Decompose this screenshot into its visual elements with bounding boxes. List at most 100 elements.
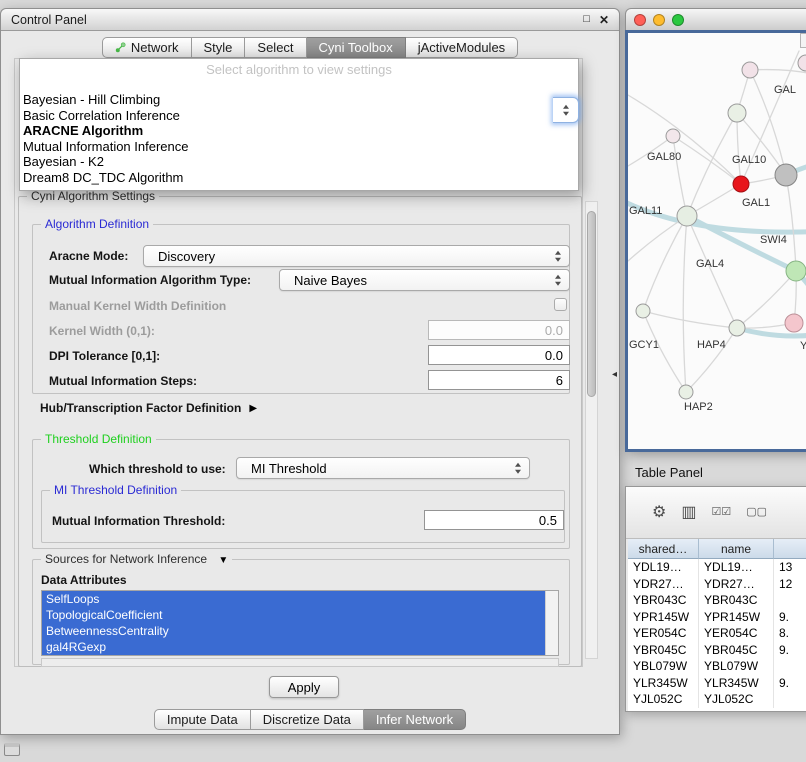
network-node[interactable] — [785, 314, 803, 332]
mi-algorithm-type-combobox[interactable]: Naive Bayes — [279, 269, 570, 291]
bottom-tab-discretize-data[interactable]: Discretize Data — [251, 709, 364, 730]
network-node[interactable] — [733, 176, 749, 192]
sources-title-wrap[interactable]: Sources for Network Inference ▼ — [41, 552, 232, 566]
network-node[interactable] — [775, 164, 797, 186]
chevron-down-icon: ▼ — [218, 555, 228, 566]
splitter-collapse-arrow[interactable]: ◂ — [612, 369, 617, 380]
algorithm-dropdown-popup: Select algorithm to view settings Bayesi… — [19, 58, 579, 191]
manual-kernel-checkbox[interactable] — [554, 298, 567, 311]
zoom-button[interactable] — [672, 14, 684, 26]
float-window-button[interactable]: □ — [583, 14, 590, 25]
mi-type-label: Mutual Information Algorithm Type: — [49, 272, 251, 288]
table-row[interactable]: YBR045CYBR045C9. — [628, 642, 806, 659]
hub-definition-toggle[interactable]: Hub/Transcription Factor Definition ▶ — [40, 401, 257, 415]
table-cell-shared: YBR043C — [628, 592, 699, 609]
table-cell-shared: YLR345W — [628, 675, 699, 692]
data-attribute-item[interactable]: TopologicalCoefficient — [42, 607, 546, 623]
table-row[interactable]: YPR145WYPR145W9. — [628, 609, 806, 626]
network-node-label: GCY1 — [629, 339, 659, 351]
table-row[interactable]: YDR27…YDR27…12 — [628, 576, 806, 593]
table-row[interactable]: YJL052CYJL052C — [628, 691, 806, 708]
table-column-header[interactable] — [774, 539, 806, 559]
tab-label: Network — [131, 40, 179, 55]
close-window-button[interactable]: ✕ — [599, 14, 609, 26]
algorithm-option[interactable]: Bayesian - Hill Climbing — [20, 92, 578, 108]
table-column-header[interactable]: name — [699, 539, 774, 559]
data-attribute-item[interactable]: gal4RGexp — [42, 639, 546, 655]
close-button[interactable] — [634, 14, 646, 26]
table-row[interactable]: YLR345WYLR345W9. — [628, 675, 806, 692]
network-edge — [737, 113, 741, 184]
table-row[interactable]: YDL19…YDL19…13 — [628, 559, 806, 576]
minimize-button[interactable] — [653, 14, 665, 26]
sources-horizontal-scrollbar[interactable] — [41, 658, 559, 667]
algorithm-combobox-fragment[interactable] — [553, 97, 579, 123]
network-edge — [687, 113, 737, 216]
network-node[interactable] — [742, 62, 758, 78]
minimized-window-icon[interactable] — [4, 743, 20, 756]
combo-arrows-icon — [555, 251, 561, 262]
tab-jactivemodules[interactable]: jActiveModules — [406, 37, 518, 58]
network-node[interactable] — [679, 385, 693, 399]
data-attribute-item[interactable]: SelfLoops — [42, 591, 546, 607]
data-attribute-item[interactable]: BetweennessCentrality — [42, 623, 546, 639]
dpi-tolerance-field[interactable]: 0.0 — [428, 345, 570, 365]
algorithm-option[interactable]: ARACNE Algorithm — [20, 123, 578, 139]
network-window-titlebar — [625, 8, 806, 30]
panel-scrollbar[interactable] — [585, 201, 598, 659]
algorithm-option[interactable]: Dream8 DC_TDC Algorithm — [20, 170, 578, 186]
algorithm-option[interactable]: Mutual Information Inference — [20, 139, 578, 155]
network-node[interactable] — [786, 261, 806, 281]
which-threshold-combobox[interactable]: MI Threshold — [236, 457, 530, 479]
table-row[interactable]: YBR043CYBR043C — [628, 592, 806, 609]
network-canvas[interactable]: GALGAL80GAL10GAL1GAL11SWI4GAL4GCY1HAP4YH… — [628, 33, 806, 452]
network-edge — [673, 136, 687, 216]
data-attributes-list[interactable]: SelfLoopsTopologicalCoefficientBetweenne… — [41, 590, 559, 656]
algorithm-option[interactable]: Bayesian - K2 — [20, 154, 578, 170]
network-node[interactable] — [677, 206, 697, 226]
control-panel-titlebar: Control Panel □ ✕ — [1, 9, 619, 31]
bottom-tab-infer-network[interactable]: Infer Network — [364, 709, 466, 730]
network-node-label: GAL4 — [696, 258, 724, 270]
table-row[interactable]: YBL079WYBL079W — [628, 658, 806, 675]
tab-label: Cyni Toolbox — [319, 40, 393, 55]
aracne-mode-combobox[interactable]: Discovery — [143, 245, 570, 267]
table-cell-name: YBR043C — [699, 592, 774, 609]
apply-button[interactable]: Apply — [269, 676, 339, 698]
network-node[interactable] — [666, 129, 680, 143]
network-node[interactable] — [729, 320, 745, 336]
manual-kernel-label: Manual Kernel Width Definition — [49, 298, 226, 314]
sources-group: Sources for Network Inference ▼ Data Att… — [32, 559, 570, 665]
bottom-tab-impute-data[interactable]: Impute Data — [154, 709, 251, 730]
panel-scrollbar-thumb[interactable] — [587, 211, 596, 397]
table-column-header[interactable]: shared… — [628, 539, 699, 559]
table-row[interactable]: YER054CYER054C8. — [628, 625, 806, 642]
tab-select[interactable]: Select — [245, 37, 306, 58]
sources-vertical-scrollbar[interactable] — [545, 591, 558, 655]
mi-steps-field[interactable]: 6 — [428, 370, 570, 390]
table-cell-value — [774, 658, 806, 675]
table-cell-value: 12 — [774, 576, 806, 593]
tab-network[interactable]: Network — [102, 37, 192, 58]
settings-gear-icon[interactable]: ⚙ — [652, 505, 666, 521]
mi-threshold-group-title: MI Threshold Definition — [50, 483, 181, 497]
kernel-width-field[interactable]: 0.0 — [428, 320, 570, 340]
tab-cyni-toolbox[interactable]: Cyni Toolbox — [307, 37, 406, 58]
tab-style[interactable]: Style — [192, 37, 246, 58]
network-node-label: GAL — [774, 84, 796, 96]
mi-threshold-field[interactable]: 0.5 — [424, 510, 564, 530]
table-cell-value: 9. — [774, 642, 806, 659]
network-node[interactable] — [728, 104, 746, 122]
mi-type-value: Naive Bayes — [280, 273, 367, 288]
network-scrollbar-button[interactable] — [800, 33, 806, 48]
network-node[interactable] — [798, 55, 806, 71]
hide-columns-icon[interactable]: ▢▢ — [746, 507, 767, 518]
table-panel-window: ⚙ ▥ ☑☑ ▢▢ shared…name YDL19…YDL19…13YDR27…Y… — [625, 486, 806, 712]
column-browser-icon[interactable]: ▥ — [681, 505, 696, 521]
table-panel-title: Table Panel — [635, 465, 703, 480]
kernel-width-label: Kernel Width (0,1): — [49, 323, 155, 339]
network-tab-icon — [115, 42, 126, 53]
show-columns-icon[interactable]: ☑☑ — [711, 507, 731, 518]
algorithm-option[interactable]: Basic Correlation Inference — [20, 108, 578, 124]
network-node[interactable] — [636, 304, 650, 318]
